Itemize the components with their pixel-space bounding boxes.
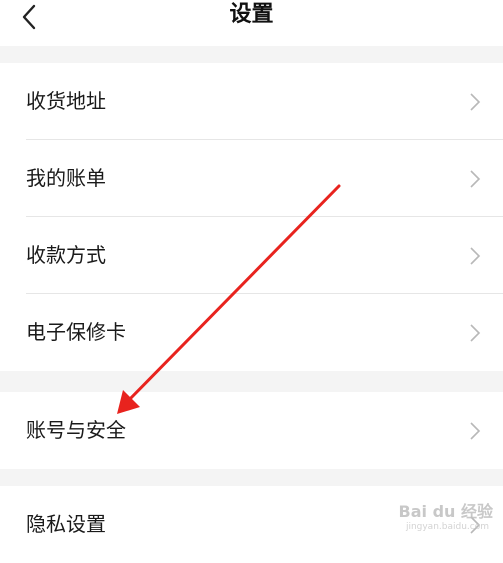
settings-item-e-warranty-card[interactable]: 电子保修卡: [0, 294, 503, 371]
chevron-right-icon: [470, 170, 481, 188]
settings-group-2: 账号与安全: [0, 392, 503, 469]
settings-item-label: 电子保修卡: [26, 320, 126, 344]
settings-item-label: 收货地址: [26, 89, 106, 113]
settings-item-label: 隐私设置: [26, 512, 106, 536]
settings-group-1: 收货地址 我的账单 收款方式 电子保修卡: [0, 63, 503, 371]
chevron-right-icon: [470, 93, 481, 111]
watermark-text: Bai du 经验: [398, 502, 493, 521]
settings-item-label: 账号与安全: [26, 418, 126, 442]
settings-item-my-bills[interactable]: 我的账单: [0, 140, 503, 217]
chevron-right-icon: [470, 422, 481, 440]
settings-item-account-security[interactable]: 账号与安全: [0, 392, 503, 469]
settings-item-label: 收款方式: [26, 243, 106, 267]
watermark-subtext: jingyan.baidu.com: [405, 522, 489, 532]
chevron-right-icon: [470, 247, 481, 265]
settings-item-label: 我的账单: [26, 166, 106, 190]
chevron-right-icon: [470, 324, 481, 342]
settings-item-shipping-address[interactable]: 收货地址: [0, 63, 503, 140]
watermark: Bai du 经验: [399, 498, 493, 522]
page-title: 设置: [229, 2, 274, 27]
top-bar: 设置: [0, 0, 503, 46]
settings-item-payment-methods[interactable]: 收款方式: [0, 217, 503, 294]
